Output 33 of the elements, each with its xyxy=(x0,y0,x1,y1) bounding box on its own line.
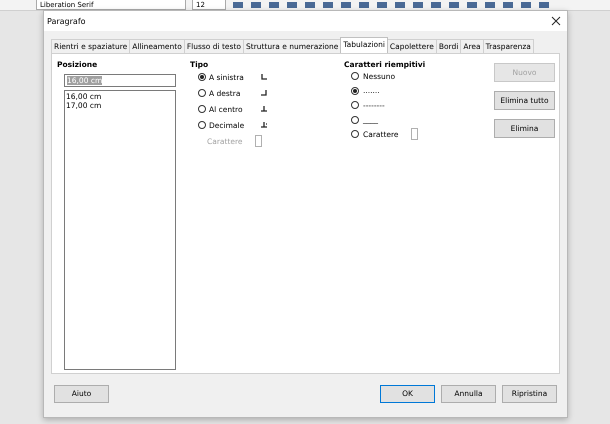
toolbar-icon[interactable] xyxy=(538,2,550,10)
character-field[interactable] xyxy=(410,128,418,140)
toolbar-icon[interactable] xyxy=(466,2,478,10)
toolbar-icon[interactable] xyxy=(322,2,334,10)
toolbar-icon[interactable] xyxy=(520,2,532,10)
toolbar-icon[interactable] xyxy=(304,2,316,10)
toolbar-icon[interactable] xyxy=(376,2,388,10)
tab-stop-icon xyxy=(260,105,268,113)
radio-button[interactable] xyxy=(198,105,206,113)
toolbar-icon[interactable] xyxy=(412,2,424,10)
toolbar-icon[interactable] xyxy=(358,2,370,10)
radio-button[interactable] xyxy=(198,73,206,81)
toolbar-icon[interactable] xyxy=(448,2,460,10)
radio-button[interactable] xyxy=(351,72,359,80)
toolbar-icon[interactable] xyxy=(340,2,352,10)
radio-button[interactable] xyxy=(198,121,206,129)
window-title: Paragrafo xyxy=(47,16,86,26)
radio-button[interactable] xyxy=(198,89,206,97)
character-field[interactable] xyxy=(254,135,262,147)
toolbar-icon[interactable] xyxy=(232,2,244,10)
toolbar-icon[interactable] xyxy=(394,2,406,10)
tab-stop-icon xyxy=(260,121,268,129)
radio-button[interactable] xyxy=(351,86,359,95)
radio-button[interactable] xyxy=(351,101,359,110)
toolbar-icon[interactable] xyxy=(250,2,262,10)
toolbar-icon[interactable] xyxy=(502,2,514,10)
toolbar-icon[interactable] xyxy=(268,2,280,10)
radio-button[interactable] xyxy=(351,116,359,124)
toolbar-icon[interactable] xyxy=(484,2,496,10)
radio-button[interactable] xyxy=(351,130,359,138)
close-icon[interactable] xyxy=(551,16,561,26)
toolbar-icon[interactable] xyxy=(286,2,298,10)
toolbar-icon[interactable] xyxy=(430,2,442,10)
